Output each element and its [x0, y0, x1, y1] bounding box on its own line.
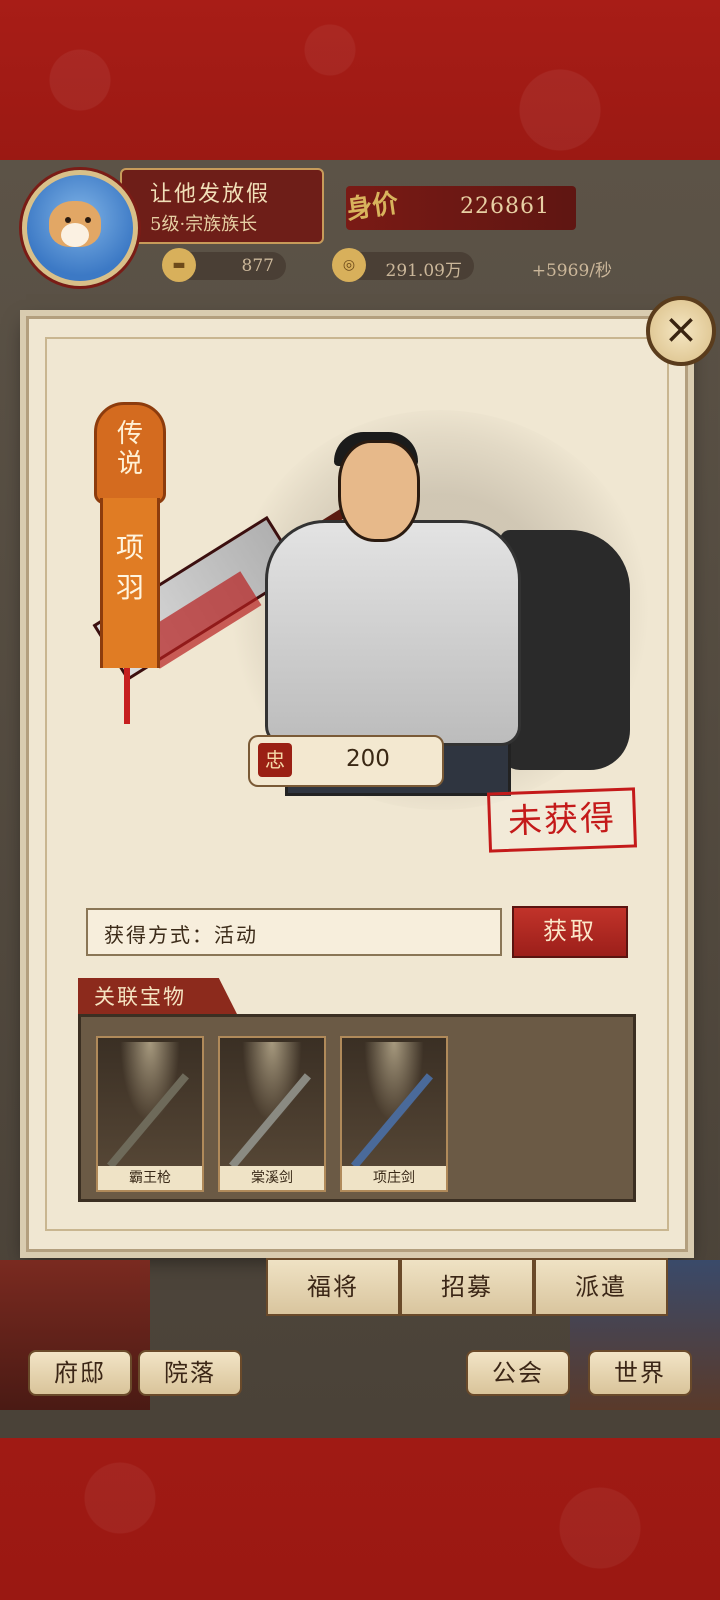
- treasure-name: 项庄剑: [342, 1166, 446, 1190]
- ingot-value: 877: [241, 256, 274, 276]
- tab-recruit[interactable]: 招募: [400, 1258, 534, 1316]
- treasure-name: 棠溪剑: [220, 1166, 324, 1190]
- player-level-title: 5级·宗族族长: [150, 214, 258, 235]
- hero-armor: [265, 520, 521, 746]
- avatar[interactable]: [22, 170, 138, 286]
- nav-guild[interactable]: 公会: [466, 1350, 570, 1396]
- hero-name-banner: 项羽: [100, 498, 160, 668]
- hero-head: [338, 440, 420, 542]
- ingot-resource[interactable]: ▬ 877: [162, 248, 286, 282]
- spotlight: [242, 1042, 302, 1122]
- banner-tassel: [124, 668, 130, 724]
- worth-label: 身价: [344, 188, 401, 226]
- coin-resource[interactable]: ◎ 291.09万: [332, 248, 474, 282]
- close-icon: ×: [663, 304, 699, 353]
- treasure-slot[interactable]: 棠溪剑: [218, 1036, 326, 1192]
- dog-eye: [85, 217, 91, 223]
- player-name-plate[interactable]: 让他发放假 5级·宗族族长: [120, 168, 324, 244]
- dog-eye: [65, 217, 71, 223]
- nav-courtyard[interactable]: 院落: [138, 1350, 242, 1396]
- dog-muzzle: [61, 223, 89, 247]
- spotlight: [364, 1042, 424, 1122]
- obtain-button[interactable]: 获取: [512, 906, 628, 958]
- tab-dispatch[interactable]: 派遣: [534, 1258, 668, 1316]
- top-decor-band: [0, 0, 720, 160]
- treasure-name: 霸王枪: [98, 1166, 202, 1190]
- related-treasures-title: 关联宝物: [78, 978, 238, 1016]
- player-name: 让他发放假: [150, 182, 271, 207]
- income-rate-value: +5969/秒: [531, 261, 612, 281]
- treasure-slot[interactable]: 项庄剑: [340, 1036, 448, 1192]
- rarity-label: 传说: [116, 419, 143, 479]
- income-rate: +5969/秒: [494, 252, 624, 281]
- ingot-icon: ▬: [162, 248, 196, 282]
- loyalty-plate: 忠 200: [248, 735, 444, 787]
- worth-value: 226861: [460, 194, 550, 219]
- loyalty-value: 200: [346, 746, 390, 772]
- nav-mansion[interactable]: 府邸: [28, 1350, 132, 1396]
- rarity-banner: 传说 项羽: [94, 402, 166, 724]
- obtain-method-field: 获得方式：活动: [86, 908, 502, 956]
- rarity-badge: 传说: [94, 402, 166, 504]
- close-button[interactable]: ×: [646, 296, 716, 366]
- worth-display: 身价 226861: [344, 186, 576, 230]
- coin-icon: ◎: [332, 248, 366, 282]
- coin-value: 291.09万: [385, 261, 462, 281]
- obtain-method-text: 获得方式：活动: [104, 923, 258, 947]
- loyalty-icon: 忠: [258, 743, 292, 777]
- hero-name: 项羽: [115, 531, 144, 604]
- treasure-slot[interactable]: 霸王枪: [96, 1036, 204, 1192]
- nav-world[interactable]: 世界: [588, 1350, 692, 1396]
- tab-fortune-generals[interactable]: 福将: [266, 1258, 400, 1316]
- not-obtained-stamp: 未获得: [486, 787, 638, 853]
- bottom-decor-band: [0, 1438, 720, 1600]
- spotlight: [120, 1042, 180, 1122]
